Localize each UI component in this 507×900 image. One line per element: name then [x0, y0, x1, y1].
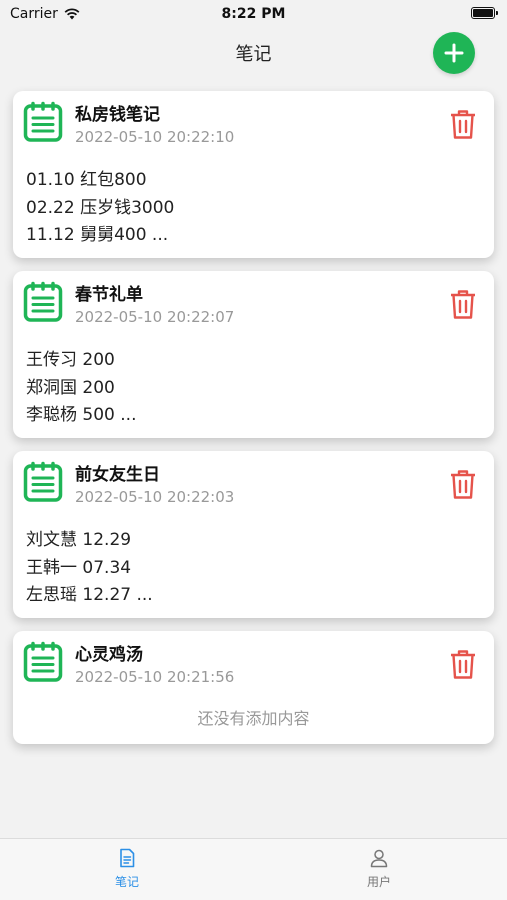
note-preview: 刘文慧 12.29 王韩一 07.34 左思瑶 12.27 ... [26, 527, 153, 610]
trash-icon[interactable] [448, 108, 478, 140]
note-card[interactable]: 春节礼单 2022-05-10 20:22:07 王传习 200 郑洞国 200… [13, 271, 494, 438]
note-preview: 王传习 200 郑洞国 200 李聪杨 500 ... [26, 347, 136, 430]
note-line: 王韩一 07.34 [26, 557, 132, 578]
trash-icon[interactable] [448, 648, 478, 680]
tab-label: 用户 [366, 875, 391, 889]
note-timestamp: 2022-05-10 20:21:56 [75, 668, 235, 686]
tab-user[interactable]: 用户 [339, 845, 419, 890]
document-icon [120, 848, 135, 868]
note-card[interactable]: 前女友生日 2022-05-10 20:22:03 刘文慧 12.29 王韩一 … [13, 451, 494, 618]
user-icon [370, 849, 388, 868]
note-card[interactable]: 心灵鸡汤 2022-05-10 20:21:56 还没有添加内容 [13, 631, 494, 744]
battery-icon [471, 7, 498, 19]
empty-note-placeholder: 还没有添加内容 [197, 709, 310, 728]
tab-bar: 笔记 用户 [0, 838, 507, 900]
note-line: 王传习 200 [26, 350, 115, 370]
page-title: 笔记 [235, 44, 272, 65]
note-timestamp: 2022-05-10 20:22:07 [75, 308, 235, 326]
notes-screen: Carrier 8:22 PM 笔记 私房钱笔记 2022-05-10 20:2… [0, 0, 507, 900]
note-preview: 01.10 红包800 02.22 压岁钱3000 11.12 舅舅400 ..… [26, 167, 174, 250]
plus-icon [444, 43, 464, 63]
note-title: 心灵鸡汤 [75, 645, 143, 665]
note-icon [23, 461, 63, 502]
tab-notes[interactable]: 笔记 [87, 845, 167, 890]
note-line: 01.10 红包800 [26, 170, 147, 190]
note-icon [23, 101, 63, 142]
note-line: 李聪杨 500 ... [26, 405, 137, 425]
add-note-button[interactable] [433, 32, 475, 74]
note-timestamp: 2022-05-10 20:22:10 [75, 128, 235, 146]
tab-label: 笔记 [114, 875, 139, 889]
trash-icon[interactable] [448, 288, 478, 320]
note-title: 前女友生日 [75, 465, 160, 485]
note-icon [23, 281, 63, 322]
note-line: 郑洞国 200 [26, 377, 115, 398]
note-icon [23, 641, 63, 682]
note-line: 刘文慧 12.29 [26, 530, 132, 550]
note-line: 02.22 压岁钱3000 [26, 197, 175, 218]
note-timestamp: 2022-05-10 20:22:03 [75, 488, 235, 506]
status-bar: Carrier 8:22 PM [0, 0, 507, 28]
note-line: 左思瑶 12.27 ... [26, 585, 153, 605]
note-card[interactable]: 私房钱笔记 2022-05-10 20:22:10 01.10 红包800 02… [13, 91, 494, 258]
trash-icon[interactable] [448, 468, 478, 500]
note-title: 春节礼单 [75, 285, 143, 305]
clock: 8:22 PM [221, 6, 286, 22]
note-line: 11.12 舅舅400 ... [26, 225, 169, 245]
note-title: 私房钱笔记 [75, 105, 160, 125]
